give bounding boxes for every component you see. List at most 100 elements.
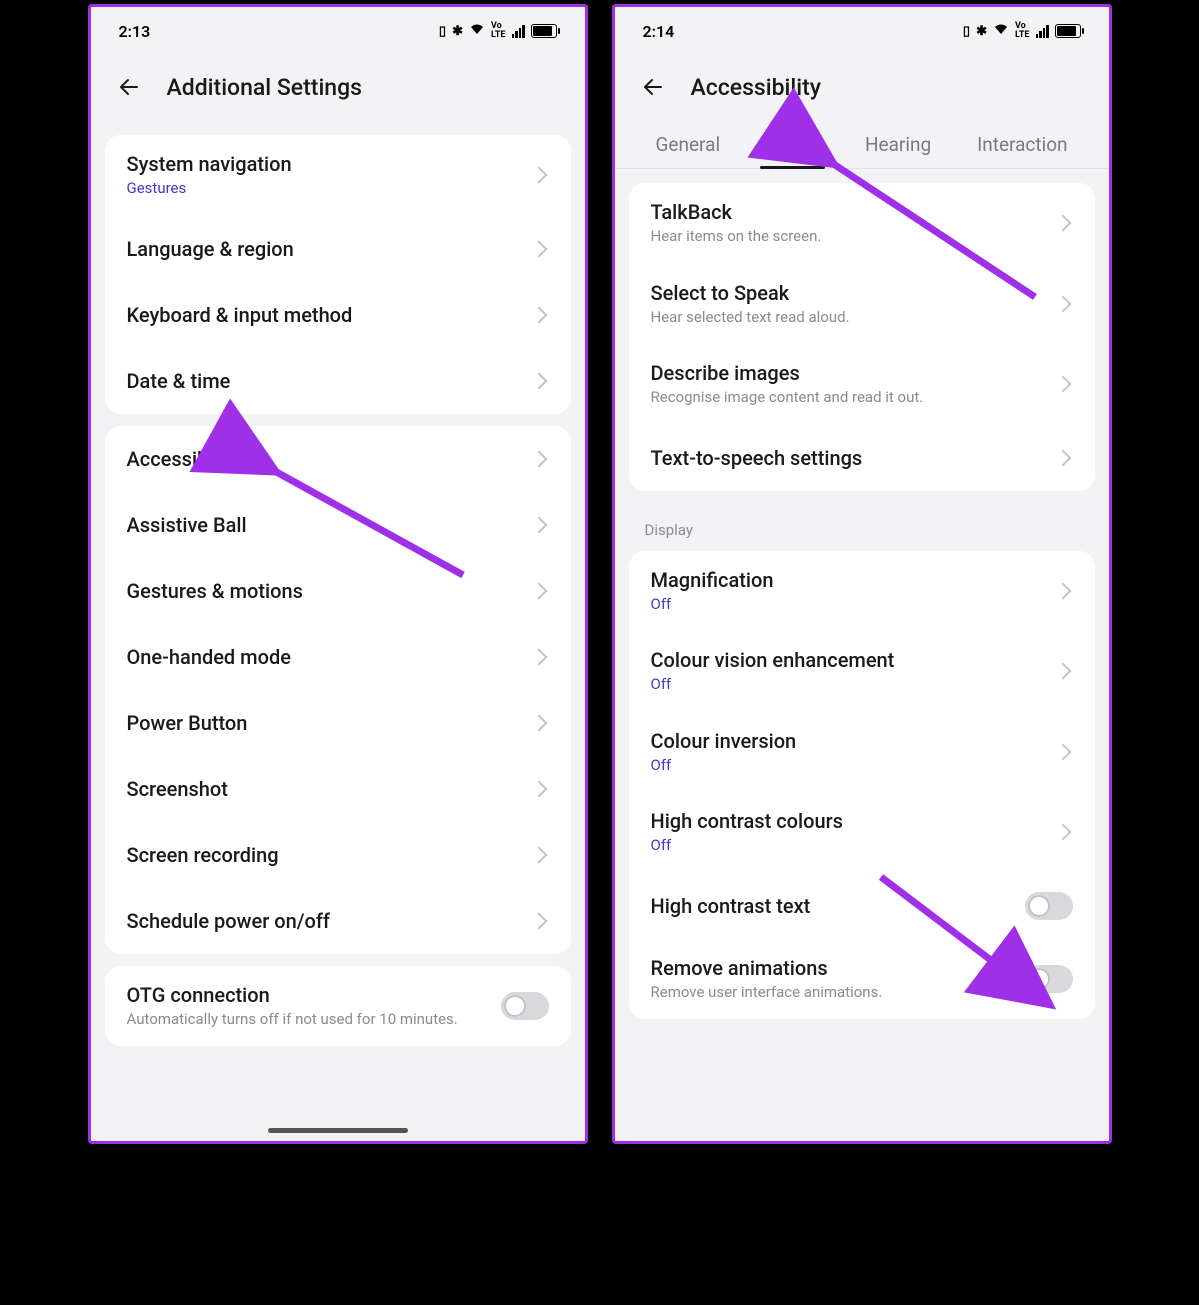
row-subtitle: Hear selected text read aloud.	[651, 308, 1057, 328]
home-indicator[interactable]	[268, 1128, 408, 1133]
display-row[interactable]: High contrast coloursOff	[629, 792, 1095, 873]
battery-icon	[531, 24, 557, 38]
display-row[interactable]: Colour vision enhancement Off	[629, 631, 1095, 712]
row-title: Select to Speak	[651, 281, 1057, 305]
settings-row[interactable]: Date & time	[105, 348, 571, 414]
volte-icon: VoLTE	[1015, 22, 1030, 40]
vibrate-icon: ▯	[963, 24, 970, 39]
signal-icon	[1036, 25, 1049, 38]
row-subtitle: Automatically turns off if not used for …	[127, 1010, 501, 1030]
settings-row[interactable]: Screenshot	[105, 756, 571, 822]
page-title: Accessibility	[691, 74, 822, 101]
row-title: Accessibility	[127, 447, 533, 471]
status-bar: 2:13 ▯ ✱ VoLTE	[91, 7, 585, 55]
chevron-right-icon	[530, 240, 547, 257]
settings-group-2: MagnificationOffColour vision enhancemen…	[629, 551, 1095, 1020]
tab-interaction[interactable]: Interaction	[971, 123, 1073, 168]
settings-row[interactable]: Schedule power on/off	[105, 888, 571, 954]
display-row[interactable]: MagnificationOff	[629, 551, 1095, 632]
vibrate-icon: ▯	[439, 24, 446, 39]
section-label-display: Display	[615, 503, 1109, 545]
row-title: Text-to-speech settings	[651, 446, 1057, 470]
status-time: 2:13	[119, 22, 151, 41]
bluetooth-icon: ✱	[976, 24, 987, 39]
row-title: TalkBack	[651, 200, 1057, 224]
settings-row[interactable]: One-handed mode	[105, 624, 571, 690]
toggle-switch[interactable]	[501, 992, 549, 1020]
settings-row[interactable]: Screen recording	[105, 822, 571, 888]
settings-group-2: Accessibility Assistive Ball Gestures & mo…	[105, 426, 571, 954]
status-time: 2:14	[643, 22, 675, 41]
settings-row[interactable]: OTG connection Automatically turns off if…	[105, 966, 571, 1047]
wifi-icon	[993, 23, 1009, 39]
row-title: Screen recording	[127, 843, 533, 867]
volte-icon: VoLTE	[491, 22, 506, 40]
settings-row[interactable]: Language & region	[105, 216, 571, 282]
display-row[interactable]: Colour inversion Off	[629, 712, 1095, 793]
settings-row[interactable]: Gestures & motions	[105, 558, 571, 624]
row-title: Power Button	[127, 711, 533, 735]
row-title: Screenshot	[127, 777, 533, 801]
battery-icon	[1055, 24, 1081, 38]
row-subtitle: Off	[651, 675, 1057, 695]
chevron-right-icon	[530, 846, 547, 863]
chevron-right-icon	[530, 582, 547, 599]
row-title: Gestures & motions	[127, 579, 533, 603]
vision-row[interactable]: Select to Speak Hear selected text read a…	[629, 264, 1095, 345]
vision-row[interactable]: Describe images Recognise image content a…	[629, 344, 1095, 425]
tab-bar: General Vision Hearing Interaction	[615, 123, 1109, 169]
back-button[interactable]	[639, 73, 667, 101]
row-title: Schedule power on/off	[127, 909, 533, 933]
chevron-right-icon	[530, 372, 547, 389]
status-icons: ▯ ✱ VoLTE	[963, 22, 1081, 40]
row-title: Describe images	[651, 361, 1057, 385]
toggle-switch[interactable]	[1025, 892, 1073, 920]
settings-row[interactable]: Assistive Ball	[105, 492, 571, 558]
settings-row[interactable]: Power Button	[105, 690, 571, 756]
row-title: Colour inversion	[651, 729, 1057, 753]
page-header: Additional Settings	[91, 55, 585, 123]
chevron-right-icon	[1054, 376, 1071, 393]
status-bar: 2:14 ▯ ✱ VoLTE	[615, 7, 1109, 55]
chevron-right-icon	[1054, 663, 1071, 680]
vision-row[interactable]: TalkBack Hear items on the screen.	[629, 183, 1095, 264]
settings-row[interactable]: System navigationGestures	[105, 135, 571, 216]
chevron-right-icon	[530, 912, 547, 929]
display-row[interactable]: Remove animationsRemove user interface a…	[629, 939, 1095, 1020]
bluetooth-icon: ✱	[452, 24, 463, 39]
row-title: Colour vision enhancement	[651, 648, 1057, 672]
settings-row[interactable]: Keyboard & input method	[105, 282, 571, 348]
settings-group-1: System navigationGestures Language & regi…	[105, 135, 571, 414]
row-title: OTG connection	[127, 983, 501, 1007]
chevron-right-icon	[1054, 743, 1071, 760]
vision-row[interactable]: Text-to-speech settings	[629, 425, 1095, 491]
row-subtitle: Hear items on the screen.	[651, 227, 1057, 247]
settings-row[interactable]: Accessibility	[105, 426, 571, 492]
page-title: Additional Settings	[167, 74, 363, 101]
row-title: High contrast text	[651, 894, 1025, 918]
row-title: Assistive Ball	[127, 513, 533, 537]
wifi-icon	[469, 23, 485, 39]
chevron-right-icon	[530, 306, 547, 323]
row-title: Date & time	[127, 369, 533, 393]
status-icons: ▯ ✱ VoLTE	[439, 22, 557, 40]
row-title: Keyboard & input method	[127, 303, 533, 327]
chevron-right-icon	[1054, 215, 1071, 232]
chevron-right-icon	[1054, 295, 1071, 312]
toggle-switch[interactable]	[1025, 965, 1073, 993]
chevron-right-icon	[530, 167, 547, 184]
display-row[interactable]: High contrast text	[629, 873, 1095, 939]
row-title: Language & region	[127, 237, 533, 261]
row-subtitle: Off	[651, 756, 1057, 776]
phone-left: 2:13 ▯ ✱ VoLTE Additional Settings Syste…	[88, 4, 588, 1144]
row-subtitle: Recognise image content and read it out.	[651, 388, 1057, 408]
tab-general[interactable]: General	[649, 123, 726, 168]
settings-group-1: TalkBack Hear items on the screen. Select …	[629, 183, 1095, 491]
tab-vision[interactable]: Vision	[760, 123, 825, 168]
back-button[interactable]	[115, 73, 143, 101]
chevron-right-icon	[1054, 582, 1071, 599]
chevron-right-icon	[1054, 824, 1071, 841]
row-title: High contrast colours	[651, 809, 1057, 833]
row-title: Magnification	[651, 568, 1057, 592]
tab-hearing[interactable]: Hearing	[859, 123, 937, 168]
